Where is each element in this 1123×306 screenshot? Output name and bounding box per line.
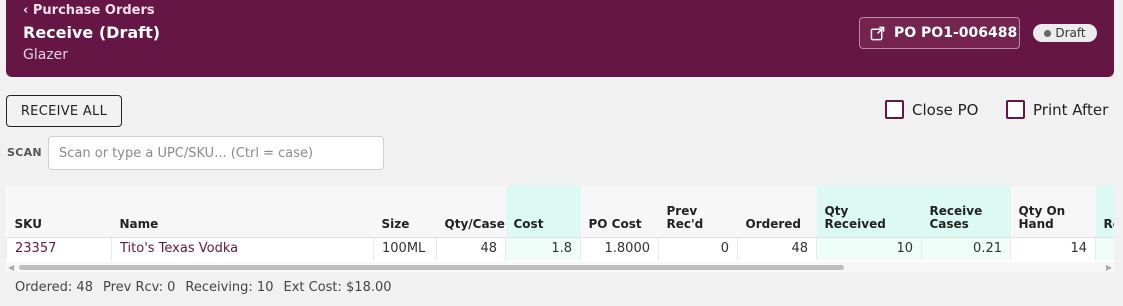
scan-label: SCAN bbox=[7, 146, 42, 159]
col-header-qty-on-hand[interactable]: Qty On Hand bbox=[1010, 186, 1096, 237]
external-link-icon bbox=[870, 26, 885, 40]
table-horizontal-scrollbar[interactable]: ◀ ▶ bbox=[6, 262, 1114, 272]
scan-input[interactable] bbox=[48, 136, 384, 170]
cell-sku[interactable]: 23357 bbox=[6, 236, 112, 260]
summary-ext-cost: Ext Cost: $18.00 bbox=[283, 280, 392, 295]
scroll-left-icon[interactable]: ◀ bbox=[8, 263, 14, 272]
close-po-label: Close PO bbox=[912, 100, 979, 119]
col-header-qty-received[interactable]: Qty Received bbox=[816, 186, 922, 237]
receive-table: SKU Name Size Qty/Case Cost PO Cost Prev… bbox=[6, 186, 1114, 260]
cell-re[interactable] bbox=[1095, 236, 1114, 260]
print-after-checkbox[interactable] bbox=[1006, 100, 1025, 119]
col-header-receive-cases[interactable]: Receive Cases bbox=[921, 186, 1011, 237]
cell-cost-input[interactable]: 1.8 bbox=[505, 236, 581, 260]
vendor-name: Glazer bbox=[23, 47, 69, 63]
summary-prev-rcv: Prev Rcv: 0 bbox=[102, 280, 176, 295]
page-title: Receive (Draft) bbox=[23, 23, 161, 42]
col-header-prev-recd[interactable]: Prev Rec'd bbox=[658, 186, 738, 237]
col-header-sku[interactable]: SKU bbox=[6, 186, 112, 237]
receive-table-container: SKU Name Size Qty/Case Cost PO Cost Prev… bbox=[6, 186, 1114, 262]
col-header-name[interactable]: Name bbox=[111, 186, 374, 237]
page-header: ‹ Purchase Orders Receive (Draft) Glazer… bbox=[6, 0, 1114, 77]
col-header-qty-case[interactable]: Qty/Case bbox=[436, 186, 506, 237]
scroll-right-icon[interactable]: ▶ bbox=[1106, 263, 1112, 272]
table-row: 23357 Tito's Texas Vodka 100ML 48 1.8 1.… bbox=[6, 236, 1114, 260]
print-after-label: Print After bbox=[1033, 100, 1109, 119]
col-header-po-cost[interactable]: PO Cost bbox=[580, 186, 659, 237]
close-po-checkbox[interactable] bbox=[885, 100, 904, 119]
po-button-label: PO PO1-006488 bbox=[894, 25, 1018, 41]
status-label: Draft bbox=[1055, 26, 1086, 40]
open-po-button[interactable]: PO PO1-006488 bbox=[859, 17, 1020, 49]
scroll-thumb[interactable] bbox=[19, 265, 844, 270]
table-header-row: SKU Name Size Qty/Case Cost PO Cost Prev… bbox=[6, 186, 1114, 237]
summary-footer: Ordered: 48 Prev Rcv: 0 Receiving: 10 Ex… bbox=[15, 280, 392, 295]
col-header-ordered[interactable]: Ordered bbox=[737, 186, 817, 237]
summary-receiving: Receiving: 10 bbox=[185, 280, 274, 295]
cell-qty-on-hand: 14 bbox=[1010, 236, 1096, 260]
cell-po-cost: 1.8000 bbox=[580, 236, 659, 260]
cell-qty-case: 48 bbox=[436, 236, 506, 260]
cell-qty-received-input[interactable]: 10 bbox=[816, 236, 922, 260]
cell-prev-recd: 0 bbox=[658, 236, 738, 260]
summary-ordered: Ordered: 48 bbox=[15, 280, 93, 295]
status-dot-icon bbox=[1044, 29, 1052, 37]
col-header-size[interactable]: Size bbox=[373, 186, 437, 237]
col-header-cost[interactable]: Cost bbox=[505, 186, 581, 237]
cell-size: 100ML bbox=[373, 236, 437, 260]
cell-name[interactable]: Tito's Texas Vodka bbox=[111, 236, 374, 260]
cell-ordered: 48 bbox=[737, 236, 817, 260]
status-badge: Draft bbox=[1033, 24, 1097, 42]
back-to-purchase-orders-link[interactable]: ‹ Purchase Orders bbox=[23, 3, 155, 18]
close-po-option[interactable]: Close PO bbox=[885, 100, 978, 119]
col-header-re[interactable]: Re bbox=[1095, 186, 1114, 237]
cell-receive-cases-input[interactable]: 0.21 bbox=[921, 236, 1011, 260]
receive-all-button[interactable]: RECEIVE ALL bbox=[6, 95, 122, 127]
print-after-option[interactable]: Print After bbox=[1006, 100, 1108, 119]
